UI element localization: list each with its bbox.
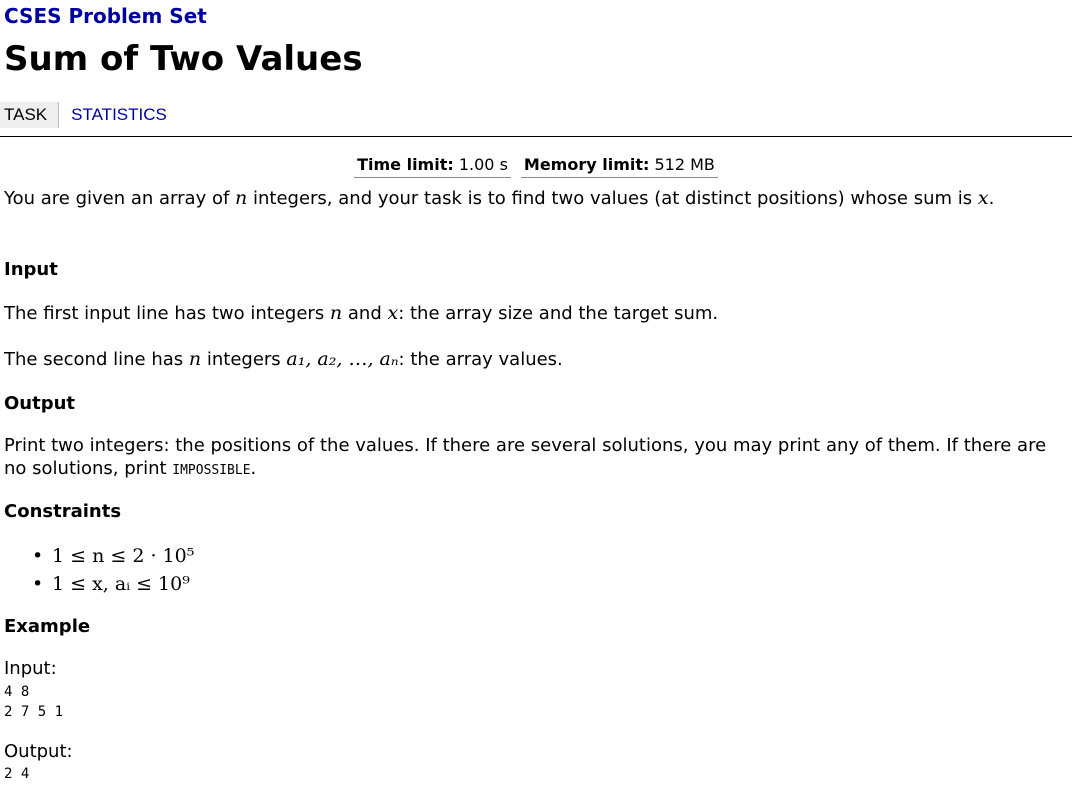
problem-statement: You are given an array of n integers, an… (4, 185, 1066, 212)
page-title: Sum of Two Values (4, 39, 363, 79)
statement-text: . (988, 188, 995, 209)
impossible-keyword: IMPOSSIBLE (172, 463, 251, 478)
time-limit-value: 1.00 s (458, 155, 508, 174)
task-nav: TASK STATISTICS (0, 102, 178, 128)
memory-limit: Memory limit: 512 MB (520, 154, 718, 178)
constraint-item: 1 ≤ x, aᵢ ≤ 10⁹ (30, 570, 194, 598)
example-input-block: 4 8 2 7 5 1 (4, 684, 64, 720)
input-text: The first input line has two integers (4, 303, 330, 324)
math-n: n (188, 348, 202, 370)
output-text: Print two integers: the positions of the… (4, 435, 1047, 479)
memory-limit-label: Memory limit: (523, 155, 650, 174)
statement-text: You are given an array of (4, 188, 236, 209)
example-output-block: 2 4 (4, 766, 30, 782)
input-text: integers (201, 349, 287, 370)
time-limit-label: Time limit: (357, 155, 454, 174)
example-heading: Example (4, 616, 91, 637)
input-text: : the array values. (398, 349, 563, 370)
constraint-item: 1 ≤ n ≤ 2 · 10⁵ (30, 542, 194, 570)
output-heading: Output (4, 393, 76, 414)
input-text: and (342, 303, 388, 324)
tab-statistics[interactable]: STATISTICS (59, 102, 178, 128)
input-text: The second line has (4, 349, 189, 370)
math-x: x (977, 187, 989, 209)
header-divider (0, 136, 1072, 137)
tab-task[interactable]: TASK (0, 102, 60, 128)
example-output-label: Output: (4, 741, 73, 762)
math-x: x (387, 302, 399, 324)
problem-page: CSES Problem Set Sum of Two Values TASK … (0, 0, 1072, 787)
input-heading: Input (4, 259, 58, 280)
constraints-heading: Constraints (4, 501, 122, 522)
constraints-list: 1 ≤ n ≤ 2 · 10⁵ 1 ≤ x, aᵢ ≤ 10⁹ (30, 542, 194, 598)
task-constraints-bar: Time limit: 1.00 s Memory limit: 512 MB (0, 154, 1072, 178)
example-input-label: Input: (4, 658, 57, 679)
math-n: n (235, 187, 248, 209)
input-text: : the array size and the target sum. (398, 303, 719, 324)
math-n: n (329, 302, 343, 324)
output-text: . (250, 458, 257, 479)
site-title-link[interactable]: CSES Problem Set (4, 3, 207, 29)
output-description: Print two integers: the positions of the… (4, 434, 1066, 482)
time-limit: Time limit: 1.00 s (354, 154, 511, 178)
math-array-sequence: a₁, a₂, …, aₙ (286, 348, 399, 370)
input-line-2: The second line has n integers a₁, a₂, …… (4, 346, 1066, 373)
input-line-1: The first input line has two integers n … (4, 300, 1066, 327)
statement-text: integers, and your task is to find two v… (247, 188, 978, 209)
memory-limit-value: 512 MB (654, 155, 715, 174)
